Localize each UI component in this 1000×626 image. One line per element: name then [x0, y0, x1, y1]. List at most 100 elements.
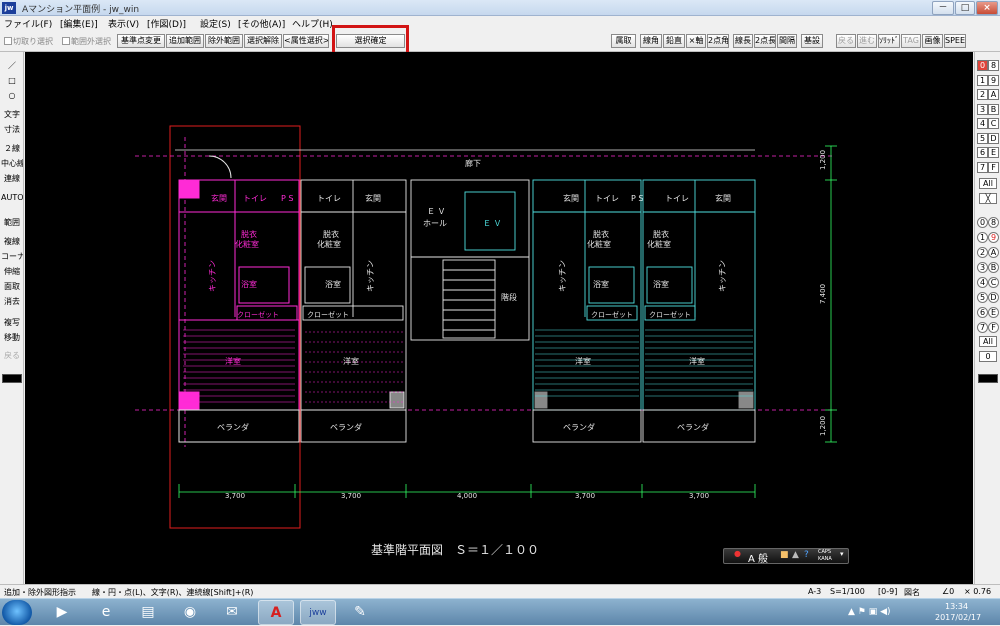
tool-copy[interactable]: 複写 [1, 315, 23, 330]
status-zoom[interactable]: × 0.76 [964, 587, 991, 596]
group-e[interactable]: E [988, 147, 999, 158]
interval-button[interactable]: 間隔 [777, 34, 797, 48]
layer-6[interactable]: 6 [977, 307, 988, 318]
tool-text[interactable]: 文字 [1, 107, 23, 122]
change-base-point-button[interactable]: 基準点変更 [117, 34, 165, 48]
ime-mode-label[interactable]: A 般 [748, 550, 768, 565]
maximize-button[interactable]: □ [955, 1, 975, 15]
exclude-range-button[interactable]: 除外範囲 [205, 34, 243, 48]
media-player-icon[interactable]: ▶ [44, 600, 80, 625]
tool-move[interactable]: 移動 [1, 330, 23, 345]
ime-pin-icon[interactable]: ● [734, 549, 741, 558]
attribute-select-button[interactable]: <属性選択> [283, 34, 329, 48]
group-1[interactable]: 1 [977, 75, 988, 86]
tool-corner[interactable]: コーナー [1, 249, 23, 264]
group-a[interactable]: A [988, 89, 999, 100]
base-settings-button[interactable]: 基設 [801, 34, 823, 48]
layer-0[interactable]: 0 [977, 217, 988, 228]
group-all-button[interactable]: All [979, 178, 997, 189]
minimize-button[interactable]: － [932, 1, 954, 15]
attr-get-button[interactable]: 属取 [611, 34, 636, 48]
tool-dimension[interactable]: 寸法 [1, 122, 23, 137]
add-range-button[interactable]: 追加範囲 [166, 34, 204, 48]
close-button[interactable]: × [976, 1, 998, 15]
tool-circle[interactable]: ○ [1, 88, 23, 103]
tool-chamfer[interactable]: 面取 [1, 279, 23, 294]
ime-help-icon[interactable]: ? [804, 550, 809, 560]
group-5[interactable]: 5 [977, 133, 988, 144]
layer-4[interactable]: 4 [977, 277, 988, 288]
layer-3[interactable]: 3 [977, 262, 988, 273]
tool-erase[interactable]: 消去 [1, 294, 23, 309]
layer-b[interactable]: B [988, 262, 999, 273]
x-axis-button[interactable]: ×軸 [686, 34, 706, 48]
two-point-angle-button[interactable]: 2点角 [707, 34, 729, 48]
menu-other[interactable]: [その他(A)] [238, 17, 285, 30]
group-6[interactable]: 6 [977, 147, 988, 158]
group-8[interactable]: 8 [988, 60, 999, 71]
menu-edit[interactable]: [編集(E)] [60, 17, 98, 30]
layer-7[interactable]: 7 [977, 322, 988, 333]
tool-line[interactable]: ／ [1, 58, 23, 73]
layer-e[interactable]: E [988, 307, 999, 318]
layer-8[interactable]: 8 [988, 217, 999, 228]
group-3[interactable]: 3 [977, 104, 988, 115]
group-d[interactable]: D [988, 133, 999, 144]
ime-pad-icon[interactable]: ■ [780, 550, 789, 560]
line-type-indicator[interactable] [2, 374, 22, 383]
tray-icons[interactable]: ▲ ⚑ ▣ ◀) [848, 607, 891, 617]
status-name[interactable]: 図名 [904, 587, 920, 598]
menu-file[interactable]: ファイル(F) [4, 17, 52, 30]
a-app-icon[interactable]: A [258, 600, 294, 625]
status-angle[interactable]: ∠0 [942, 587, 954, 596]
tool-continuous-line[interactable]: 連線 [1, 171, 23, 186]
group-9[interactable]: 9 [988, 75, 999, 86]
two-point-length-button[interactable]: 2点長 [754, 34, 776, 48]
deselect-button[interactable]: 選択解除 [244, 34, 282, 48]
undo-button[interactable]: 戻る [836, 34, 856, 48]
tool-range[interactable]: 範囲 [1, 215, 23, 230]
ime-tools-icon[interactable]: ▲ [792, 550, 799, 560]
clock-date[interactable]: 2017/02/17 [935, 613, 981, 622]
speed-button[interactable]: SPEED [944, 34, 966, 48]
menu-draw[interactable]: [作図(D)] [147, 17, 186, 30]
solid-button[interactable]: ｿﾘｯﾄﾞ [878, 34, 900, 48]
layer-zero-button[interactable]: 0 [979, 351, 997, 362]
layer-f[interactable]: F [988, 322, 999, 333]
redo-button[interactable]: 進む [857, 34, 877, 48]
menu-help[interactable]: ヘルプ(H) [292, 17, 333, 30]
drawing-canvas[interactable]: 廊下 玄関 トイレ P S 脱衣 化粧室 浴室 クローゼット 洋室 ベランダ キ… [25, 52, 973, 584]
cut-select-checkbox[interactable]: 切取り選択 [4, 36, 53, 47]
group-c[interactable]: C [988, 118, 999, 129]
ime-toolbar[interactable]: ● A 般 ■ ▲ ? CAPS KANA ▾ [723, 548, 849, 565]
layer-all-button[interactable]: All [979, 336, 997, 347]
tool-double-line[interactable]: ２線 [1, 141, 23, 156]
paint-icon[interactable]: ✎ [342, 600, 378, 625]
menu-view[interactable]: 表示(V) [108, 17, 139, 30]
tool-auto[interactable]: AUTO [1, 190, 23, 205]
group-4[interactable]: 4 [977, 118, 988, 129]
chrome-icon[interactable]: ◉ [172, 600, 208, 625]
layer-d[interactable]: D [988, 292, 999, 303]
layer-a[interactable]: A [988, 247, 999, 258]
start-button[interactable] [2, 600, 32, 625]
tool-offset[interactable]: 複線 [1, 234, 23, 249]
tool-rectangle[interactable]: □ [1, 73, 23, 88]
status-range[interactable]: [0-9] [878, 587, 897, 596]
outside-select-checkbox[interactable]: 範囲外選択 [62, 36, 111, 47]
jw-cad-icon[interactable]: jww [300, 600, 336, 625]
clock-time[interactable]: 13:34 [945, 602, 968, 611]
group-b[interactable]: B [988, 104, 999, 115]
internet-explorer-icon[interactable]: e [88, 600, 124, 625]
status-scale[interactable]: S=1/100 [830, 587, 865, 596]
ime-options-icon[interactable]: ▾ [840, 550, 844, 558]
group-7[interactable]: 7 [977, 162, 988, 173]
tag-button[interactable]: TAG [901, 34, 921, 48]
vertical-button[interactable]: 鉛直 [663, 34, 685, 48]
group-0[interactable]: 0 [977, 60, 988, 71]
group-f[interactable]: F [988, 162, 999, 173]
folder-icon[interactable]: ▤ [130, 600, 166, 625]
mail-icon[interactable]: ✉ [214, 600, 250, 625]
tool-stretch[interactable]: 伸縮 [1, 264, 23, 279]
menu-settings[interactable]: 設定(S) [200, 17, 231, 30]
